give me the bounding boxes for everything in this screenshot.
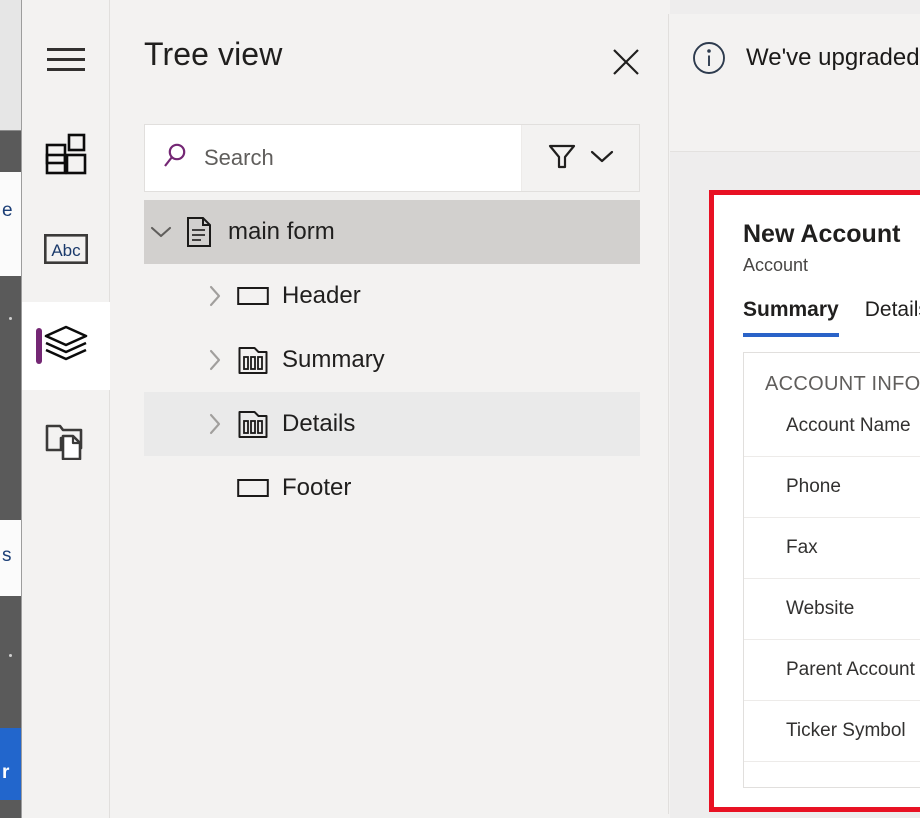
tree-list: main form Header Summary Details Footer <box>144 200 640 520</box>
filter-funnel-icon <box>547 141 577 176</box>
search-placeholder: Search <box>204 145 274 170</box>
menu-button[interactable] <box>22 18 110 106</box>
field-ticker-symbol[interactable]: Ticker Symbol <box>744 701 920 762</box>
chevron-collapsed-icon[interactable] <box>198 285 232 307</box>
form-tab-strip: Summary Details <box>743 298 920 337</box>
layers-icon <box>44 324 88 369</box>
tab-columns-icon <box>232 345 274 375</box>
sidebar-item-tree-view[interactable] <box>22 302 110 390</box>
tree-item-label: Details <box>282 410 356 437</box>
page-title: Tree view <box>144 36 283 72</box>
chevron-collapsed-icon[interactable] <box>198 413 232 435</box>
components-button[interactable] <box>22 112 110 200</box>
chevron-expanded-icon[interactable] <box>144 225 178 239</box>
edge-text-fragment-e: e <box>2 200 13 221</box>
search-and-filter-row: Search <box>144 124 640 192</box>
left-edge-chrome-strip: e s r <box>0 0 22 818</box>
tree-item-label: main form <box>228 218 335 245</box>
header-rect-icon <box>232 284 274 308</box>
footer-rect-icon <box>232 476 274 500</box>
form-entity-name: Account <box>743 255 809 275</box>
templates-button[interactable] <box>22 398 110 486</box>
chevron-down-icon <box>589 147 615 170</box>
menu-icon <box>47 47 85 78</box>
info-circle-icon <box>692 41 726 80</box>
tree-item-label: Summary <box>282 346 385 373</box>
app-root: e s r Abc Tree view Search main form Hea… <box>0 0 920 818</box>
field-empty-row <box>744 762 920 818</box>
tree-item-summary[interactable]: Summary <box>144 328 640 392</box>
edge-text-fragment-s: s <box>2 545 12 566</box>
account-information-section: ACCOUNT INFOR Account Name Phone Fax Web… <box>743 352 920 788</box>
edge-bullet-dot-2 <box>9 654 12 657</box>
tree-item-label: Header <box>282 282 361 309</box>
close-icon <box>611 47 641 82</box>
field-parent-account[interactable]: Parent Account <box>744 640 920 701</box>
section-header: ACCOUNT INFOR <box>765 373 920 395</box>
edge-segment-white <box>0 172 22 276</box>
field-account-name[interactable]: Account Name <box>744 396 920 457</box>
tree-item-details[interactable]: Details <box>144 392 640 456</box>
tree-item-header[interactable]: Header <box>144 264 640 328</box>
left-icon-rail: Abc <box>22 0 110 818</box>
text-component-button[interactable]: Abc <box>22 207 110 295</box>
tree-item-label: Footer <box>282 474 352 501</box>
copy-folder-icon <box>44 420 88 465</box>
form-record-title: New Account <box>743 220 901 248</box>
edge-divider <box>0 130 22 131</box>
svg-text:Abc: Abc <box>51 241 81 260</box>
edge-segment-light <box>0 0 22 130</box>
close-button[interactable] <box>606 44 646 84</box>
tab-details[interactable]: Details <box>865 298 920 337</box>
tab-columns-icon <box>232 409 274 439</box>
filter-button[interactable] <box>522 125 639 191</box>
form-document-icon <box>178 217 220 247</box>
field-fax[interactable]: Fax <box>744 518 920 579</box>
tree-item-footer[interactable]: Footer <box>144 456 640 520</box>
tree-view-panel: Tree view Search main form Header Summar… <box>111 14 669 814</box>
tab-summary[interactable]: Summary <box>743 298 839 337</box>
notification-text: We've upgraded <box>746 44 920 71</box>
field-phone[interactable]: Phone <box>744 457 920 518</box>
chevron-collapsed-icon[interactable] <box>198 349 232 371</box>
tree-item-main-form[interactable]: main form <box>144 200 640 264</box>
search-input[interactable]: Search <box>145 125 522 191</box>
abc-text-icon: Abc <box>43 233 89 269</box>
apps-grid-icon <box>45 133 87 180</box>
edge-text-fragment-r: r <box>2 762 10 783</box>
field-website[interactable]: Website <box>744 579 920 640</box>
form-preview-highlight: New Account Account Summary Details ACCO… <box>709 190 920 812</box>
edge-bullet-dot <box>9 317 12 320</box>
search-icon <box>162 142 190 175</box>
notification-banner: We've upgraded <box>670 14 920 152</box>
